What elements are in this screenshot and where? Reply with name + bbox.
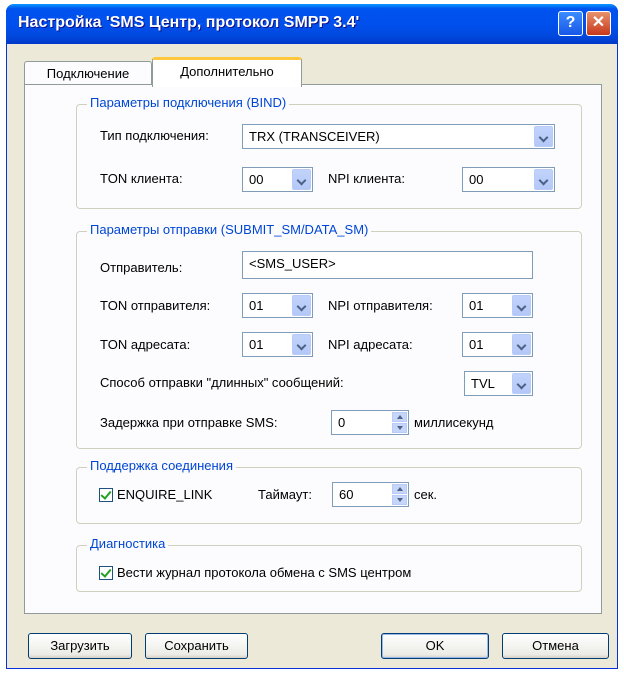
npi-sender-value: 01 [469, 298, 484, 313]
cancel-button[interactable]: Отмена [502, 633, 609, 659]
chevron-down-icon[interactable] [534, 126, 553, 147]
connection-type-value: TRX (TRANSCEIVER) [249, 129, 380, 144]
npi-client-label: NPI клиента: [328, 171, 406, 186]
help-button[interactable]: ? [558, 11, 583, 36]
chevron-down-icon[interactable] [292, 295, 311, 316]
sender-input[interactable]: <SMS_USER> [242, 251, 533, 279]
ton-client-label: TON клиента: [100, 171, 183, 186]
npi-client-value: 00 [469, 172, 484, 187]
arrow-up-icon[interactable] [392, 412, 407, 422]
sender-value: <SMS_USER> [249, 256, 336, 271]
protocol-log-checkbox[interactable] [99, 566, 113, 580]
timeout-label: Таймаут: [258, 487, 312, 502]
close-button[interactable]: ✕ [586, 11, 611, 36]
group-diagnostics: Диагностика Вести журнал протокола обмен… [76, 536, 582, 592]
group-bind: Параметры подключения (BIND) Тип подключ… [76, 95, 582, 209]
chevron-down-icon[interactable] [512, 295, 531, 316]
tab-panel-advanced: Параметры подключения (BIND) Тип подключ… [24, 84, 602, 614]
chevron-down-icon[interactable] [512, 373, 531, 394]
group-submit: Параметры отправки (SUBMIT_SM/DATA_SM) О… [76, 222, 582, 449]
npi-dest-label: NPI адресата: [328, 337, 413, 352]
chevron-down-icon[interactable] [292, 169, 311, 190]
timeout-value: 60 [339, 487, 354, 502]
npi-sender-label: NPI отправителя: [328, 298, 433, 313]
timeout-stepper[interactable]: 60 [332, 482, 409, 507]
arrow-up-icon[interactable] [392, 484, 407, 494]
npi-sender-select[interactable]: 01 [462, 293, 533, 318]
enquire-link-checkbox[interactable] [99, 488, 113, 502]
long-message-label: Способ отправки "длинных" сообщений: [100, 375, 344, 390]
ton-dest-label: TON адресата: [100, 337, 191, 352]
connection-type-select[interactable]: TRX (TRANSCEIVER) [242, 124, 555, 149]
delay-unit: миллисекунд [414, 415, 494, 430]
arrow-down-icon[interactable] [392, 495, 407, 505]
ok-button[interactable]: OK [381, 633, 489, 659]
group-keepalive: Поддержка соединения ENQUIRE_LINK Таймау… [76, 458, 582, 524]
protocol-log-label[interactable]: Вести журнал протокола обмена с SMS цент… [117, 565, 411, 580]
delay-stepper[interactable]: 0 [331, 410, 409, 435]
ton-sender-value: 01 [249, 298, 264, 313]
ton-sender-select[interactable]: 01 [242, 293, 313, 318]
tab-advanced[interactable]: Дополнительно [152, 57, 302, 87]
load-button[interactable]: Загрузить [28, 633, 132, 659]
ton-client-select[interactable]: 00 [242, 167, 313, 192]
long-message-value: TVL [471, 376, 495, 391]
delay-value: 0 [338, 415, 346, 430]
ton-client-value: 00 [249, 172, 264, 187]
ton-dest-select[interactable]: 01 [242, 332, 313, 357]
chevron-down-icon[interactable] [534, 169, 553, 190]
group-submit-legend: Параметры отправки (SUBMIT_SM/DATA_SM) [87, 222, 372, 237]
npi-client-select[interactable]: 00 [462, 167, 555, 192]
ton-sender-label: TON отправителя: [100, 298, 211, 313]
connection-type-label: Тип подключения: [100, 128, 209, 143]
ton-dest-value: 01 [249, 337, 264, 352]
npi-dest-select[interactable]: 01 [462, 332, 533, 357]
save-button[interactable]: Сохранить [145, 633, 248, 659]
window-title: Настройка 'SMS Центр, протокол SMPP 3.4' [18, 14, 360, 31]
enquire-link-label[interactable]: ENQUIRE_LINK [117, 487, 212, 502]
group-bind-legend: Параметры подключения (BIND) [87, 95, 290, 110]
sender-label: Отправитель: [100, 260, 183, 275]
chevron-down-icon[interactable] [292, 334, 311, 355]
arrow-down-icon[interactable] [392, 423, 407, 433]
npi-dest-value: 01 [469, 337, 484, 352]
title-bar: Настройка 'SMS Центр, протокол SMPP 3.4'… [6, 4, 618, 44]
chevron-down-icon[interactable] [512, 334, 531, 355]
timeout-unit: сек. [414, 487, 438, 502]
delay-label: Задержка при отправке SMS: [100, 415, 278, 430]
group-keepalive-legend: Поддержка соединения [87, 458, 236, 473]
long-message-select[interactable]: TVL [464, 371, 533, 396]
group-diagnostics-legend: Диагностика [87, 536, 169, 551]
